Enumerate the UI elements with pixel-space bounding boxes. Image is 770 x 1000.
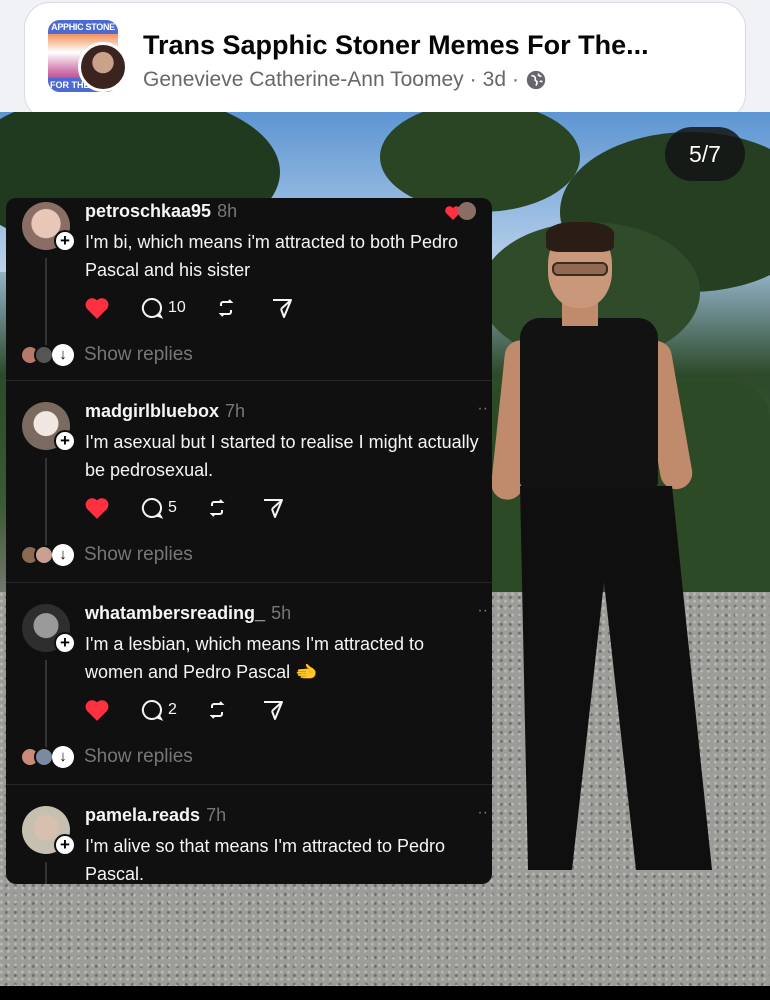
share-send-icon[interactable] — [261, 698, 285, 722]
meta-separator: · — [469, 68, 477, 91]
reply-count: 5 — [168, 499, 177, 516]
repost-icon[interactable] — [214, 296, 238, 320]
more-options-icon[interactable]: ·· — [477, 400, 488, 418]
thread-line — [45, 258, 47, 346]
comment-time: 5h — [271, 603, 292, 623]
heart-icon[interactable] — [84, 698, 110, 722]
comment-text: I'm bi, which means i'm attracted to bot… — [85, 232, 459, 280]
reply-count: 2 — [168, 701, 177, 718]
person-glasses — [552, 262, 608, 276]
show-replies-link[interactable]: Show replies — [84, 544, 193, 566]
comment-username-text[interactable]: petroschkaa95 — [85, 201, 211, 221]
reply-action[interactable]: 10 — [140, 296, 186, 320]
follow-plus-icon[interactable]: + — [54, 834, 76, 856]
author-avatar[interactable] — [78, 42, 128, 92]
comment-divider — [6, 582, 492, 583]
comment-divider — [6, 380, 492, 381]
post-meta: Genevieve Catherine-Ann Toomey · 3d · — [143, 68, 547, 92]
reply-count: 10 — [168, 299, 186, 316]
thread-line — [45, 660, 47, 748]
comment-text: I'm alive so that means I'm attracted to… — [85, 836, 446, 884]
more-options-icon[interactable]: ·· — [477, 602, 488, 620]
comment-username-text[interactable]: pamela.reads — [85, 805, 200, 825]
comment-item: + pamela.reads 7h ·· I'm alive so that me… — [6, 802, 492, 884]
heart-icon[interactable] — [84, 496, 110, 520]
comment-actions: 2 — [84, 696, 285, 724]
person-hair — [546, 222, 614, 252]
comment-actions: 10 — [84, 294, 294, 322]
repost-icon[interactable] — [205, 496, 229, 520]
comment-actions: 5 — [84, 494, 285, 522]
bottom-edge — [0, 986, 770, 1000]
show-replies-row[interactable]: ↓ Show replies — [20, 742, 193, 772]
comment-item: + whatambersreading_ 5h ·· I'm a lesbian,… — [6, 600, 492, 782]
comment-bubble-icon[interactable] — [140, 296, 164, 320]
comment-username-text[interactable]: whatambersreading_ — [85, 603, 265, 623]
share-send-icon[interactable] — [270, 296, 294, 320]
group-name-link[interactable]: Trans Sapphic Stoner Memes For The... — [143, 30, 649, 61]
show-replies-link[interactable]: Show replies — [84, 344, 193, 366]
reply-action[interactable]: 5 — [140, 496, 177, 520]
show-replies-row[interactable]: ↓ Show replies — [20, 340, 193, 370]
follow-plus-icon[interactable]: + — [54, 430, 76, 452]
comment-text: I'm asexual but I started to realise I m… — [85, 432, 479, 480]
comment-time: 7h — [225, 401, 246, 421]
comment-bubble-icon[interactable] — [140, 698, 164, 722]
show-replies-row[interactable]: ↓ Show replies — [20, 540, 193, 570]
comment-item: + madgirlbluebox 7h ·· I'm asexual but I … — [6, 398, 492, 580]
repost-icon[interactable] — [205, 698, 229, 722]
carousel-page-indicator: 5/7 — [665, 127, 745, 181]
liked-by-author-icon — [445, 202, 476, 220]
share-send-icon[interactable] — [261, 496, 285, 520]
comment-divider — [6, 784, 492, 785]
thread-line — [45, 862, 47, 884]
reply-avatar — [34, 747, 54, 767]
reply-avatar — [34, 545, 54, 565]
follow-plus-icon[interactable]: + — [54, 632, 76, 654]
comment-username[interactable]: madgirlbluebox 7h — [85, 401, 245, 422]
thread-line — [45, 458, 47, 546]
reply-avatars — [20, 545, 54, 565]
comment-time: 8h — [217, 201, 238, 221]
chevron-down-icon[interactable]: ↓ — [52, 344, 74, 366]
person-top — [520, 318, 658, 488]
post-header-area: APPHIC STONE FOR THE Trans Sapphic Stone… — [0, 0, 770, 120]
reply-avatars — [20, 345, 54, 365]
comment-item: + petroschkaa95 8h I'm bi, which means i'… — [6, 198, 492, 380]
show-replies-link[interactable]: Show replies — [84, 746, 193, 768]
reply-avatars — [20, 747, 54, 767]
reply-avatar — [34, 345, 54, 365]
group-badge-top-text: APPHIC STONE — [48, 20, 118, 34]
globe-icon[interactable] — [525, 69, 547, 91]
comment-username[interactable]: pamela.reads 7h — [85, 805, 226, 826]
more-options-icon[interactable]: ·· — [477, 804, 488, 822]
follow-plus-icon[interactable]: + — [54, 230, 76, 252]
reply-action[interactable]: 2 — [140, 698, 177, 722]
comment-text: I'm a lesbian, which means I'm attracted… — [85, 634, 425, 682]
heart-icon[interactable] — [84, 296, 110, 320]
meta-separator-2: · — [512, 68, 519, 91]
comment-bubble-icon[interactable] — [140, 496, 164, 520]
comment-username-text[interactable]: madgirlbluebox — [85, 401, 219, 421]
comment-username[interactable]: whatambersreading_ 5h — [85, 603, 291, 624]
post-header-card — [24, 2, 746, 120]
comment-username[interactable]: petroschkaa95 8h — [85, 201, 237, 222]
post-time[interactable]: 3d — [483, 68, 506, 92]
author-name-link[interactable]: Genevieve Catherine-Ann Toomey — [143, 68, 464, 92]
chevron-down-icon[interactable]: ↓ — [52, 746, 74, 768]
chevron-down-icon[interactable]: ↓ — [52, 544, 74, 566]
threads-comments-screenshot: + petroschkaa95 8h I'm bi, which means i'… — [6, 198, 492, 884]
comment-time: 7h — [206, 805, 227, 825]
